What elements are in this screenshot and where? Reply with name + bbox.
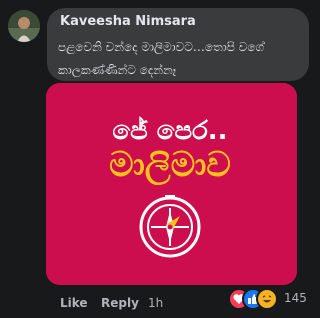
comment-image-attachment[interactable]: ජේ පෙර.. මාලිමාව [46, 83, 297, 285]
reaction-summary[interactable]: 145 [228, 288, 310, 310]
like-button[interactable]: Like [60, 296, 88, 310]
poster-line-2: මාලිමාව [109, 145, 231, 186]
comment-author-name[interactable]: Kaveesha Nimsara [60, 14, 196, 29]
reply-button[interactable]: Reply [101, 296, 139, 310]
author-avatar[interactable] [8, 10, 40, 42]
avatar-photo [8, 10, 40, 42]
comment-timestamp[interactable]: 1h [148, 296, 163, 310]
haha-icon [256, 288, 278, 310]
comment-thread: Kaveesha Nimsara පළවෙනි චන්දෙ මාලිමාවට…ත… [0, 0, 319, 318]
reaction-count: 145 [284, 291, 307, 305]
maalimawa-poster: ජේ පෙර.. මාලිමාව [46, 83, 297, 285]
poster-line-1: ජේ පෙර.. [112, 116, 227, 146]
comment-text: පළවෙනි චන්දෙ මාලිමාවට…තොපි වගේ කාලකණ්ණින… [58, 40, 265, 77]
